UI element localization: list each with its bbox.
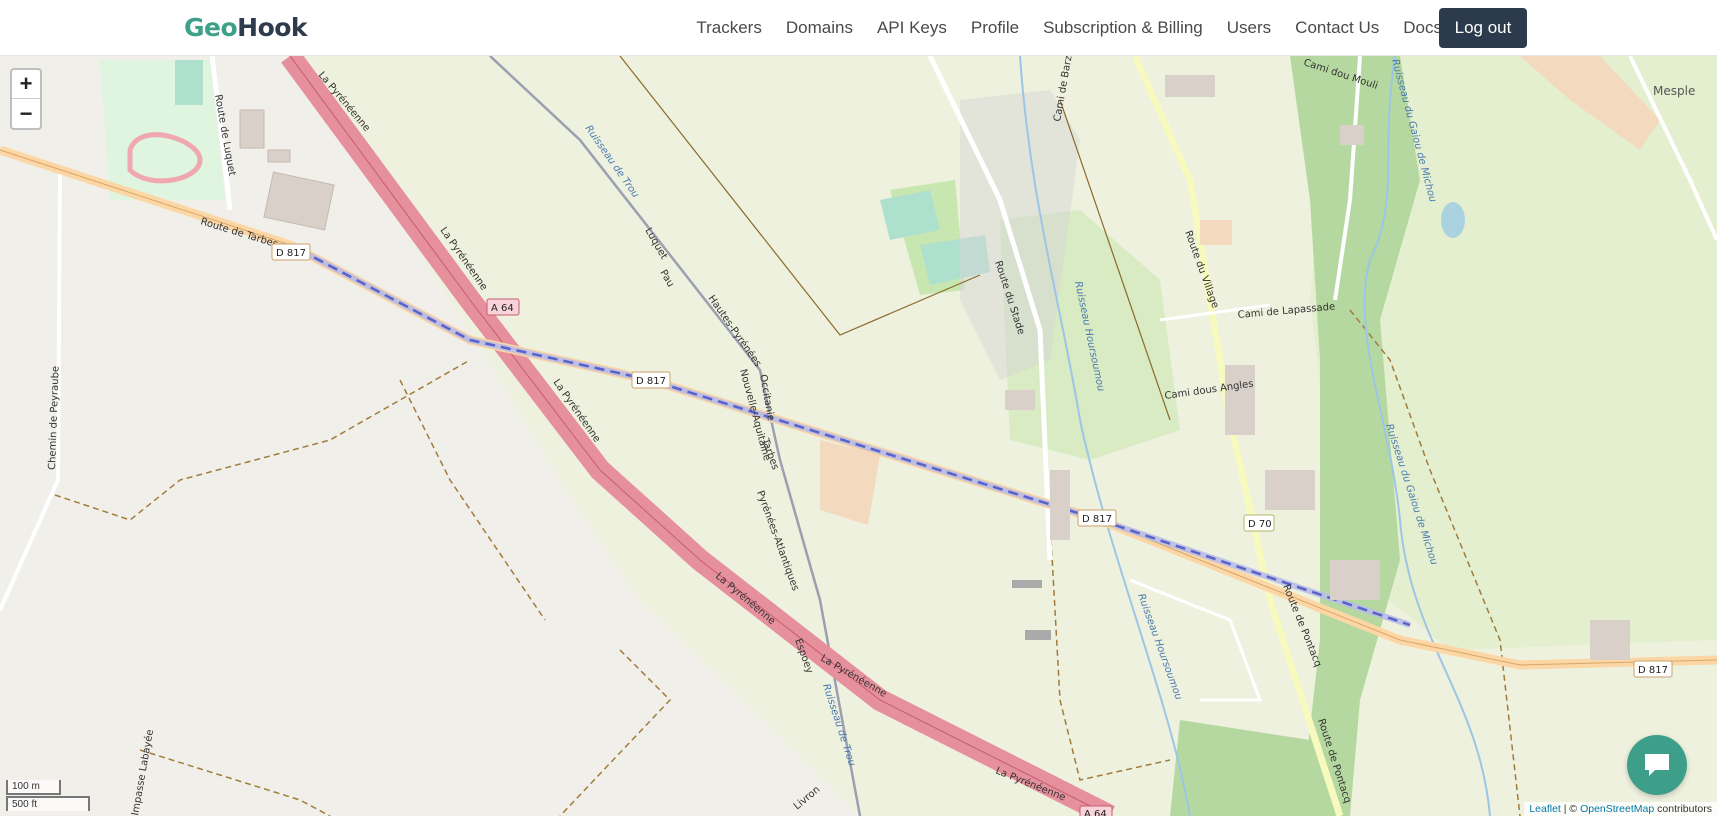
building	[263, 171, 335, 231]
d817-shield-text-2: D 817	[636, 376, 666, 387]
zoom-out-button[interactable]: −	[12, 99, 40, 128]
d70-shield-text: D 70	[1248, 519, 1272, 530]
zoom-control: + −	[10, 68, 42, 130]
building	[1050, 470, 1070, 540]
d817-shield-2: D 817	[631, 371, 671, 389]
d817-shield-text: D 817	[276, 248, 306, 259]
nav-users[interactable]: Users	[1215, 18, 1283, 38]
boundary-line-3	[559, 649, 672, 816]
building	[1340, 125, 1364, 145]
scale-metric: 100 m	[6, 780, 61, 795]
d817-shield-text-4: D 817	[1638, 665, 1668, 676]
impasse-label: Impasse Labayée	[129, 728, 156, 816]
top-navbar: GeoHook Trackers Domains API Keys Profil…	[0, 0, 1717, 56]
logout-button[interactable]: Log out	[1439, 8, 1527, 48]
map-tiles: Route de Tarbes Route de Luquet Chemin d…	[0, 56, 1717, 816]
mesple-label: Mesple	[1653, 84, 1695, 98]
building	[1025, 630, 1051, 640]
d70-shield: D 70	[1243, 514, 1275, 532]
d817-shield: D 817	[271, 243, 311, 261]
boundary-line	[54, 359, 471, 521]
chat-bubble-icon	[1645, 754, 1669, 776]
boundary-line-4	[139, 749, 331, 816]
building	[1012, 580, 1042, 588]
chat-button[interactable]	[1627, 735, 1687, 795]
sports-pitch	[175, 60, 203, 105]
leaflet-link[interactable]: Leaflet	[1529, 803, 1561, 815]
pond	[1441, 202, 1465, 238]
building	[1590, 620, 1630, 660]
nav-profile[interactable]: Profile	[959, 18, 1031, 38]
map-view[interactable]: Route de Tarbes Route de Luquet Chemin d…	[0, 56, 1717, 816]
building	[1225, 365, 1255, 435]
nav-contact-us[interactable]: Contact Us	[1283, 18, 1391, 38]
geohook-logo[interactable]: GeoHook	[184, 13, 308, 42]
nav-domains[interactable]: Domains	[774, 18, 865, 38]
logo-geo-text: Geo	[184, 13, 238, 42]
nav-links: Trackers Domains API Keys Profile Subscr…	[684, 0, 1454, 56]
scale-imperial: 500 ft	[6, 796, 90, 811]
d817-shield-4: D 817	[1633, 660, 1673, 678]
attribution-tail: contributors	[1654, 803, 1712, 815]
building	[1165, 75, 1215, 97]
building	[1200, 220, 1232, 245]
map-attribution: Leaflet | © OpenStreetMap contributors	[1524, 802, 1717, 816]
logo-hook-text: Hook	[237, 13, 308, 42]
d817-shield-3: D 817	[1077, 509, 1117, 527]
osm-link[interactable]: OpenStreetMap	[1580, 803, 1654, 815]
a64-shield-text: A 64	[491, 303, 514, 314]
nav-api-keys[interactable]: API Keys	[865, 18, 959, 38]
livron-label: Livron	[792, 784, 823, 812]
building	[267, 149, 291, 163]
attribution-sep: | ©	[1560, 803, 1581, 815]
building	[239, 109, 265, 149]
d817-shield-text-3: D 817	[1082, 514, 1112, 525]
building	[1005, 390, 1035, 410]
a64-shield-text-2: A 64	[1084, 809, 1107, 816]
nav-trackers[interactable]: Trackers	[684, 18, 774, 38]
nav-subscription-billing[interactable]: Subscription & Billing	[1031, 18, 1215, 38]
building	[1265, 470, 1315, 510]
zoom-in-button[interactable]: +	[12, 70, 40, 99]
building	[1330, 560, 1380, 600]
a64-shield: A 64	[486, 298, 520, 316]
a64-shield-2: A 64	[1079, 805, 1113, 816]
